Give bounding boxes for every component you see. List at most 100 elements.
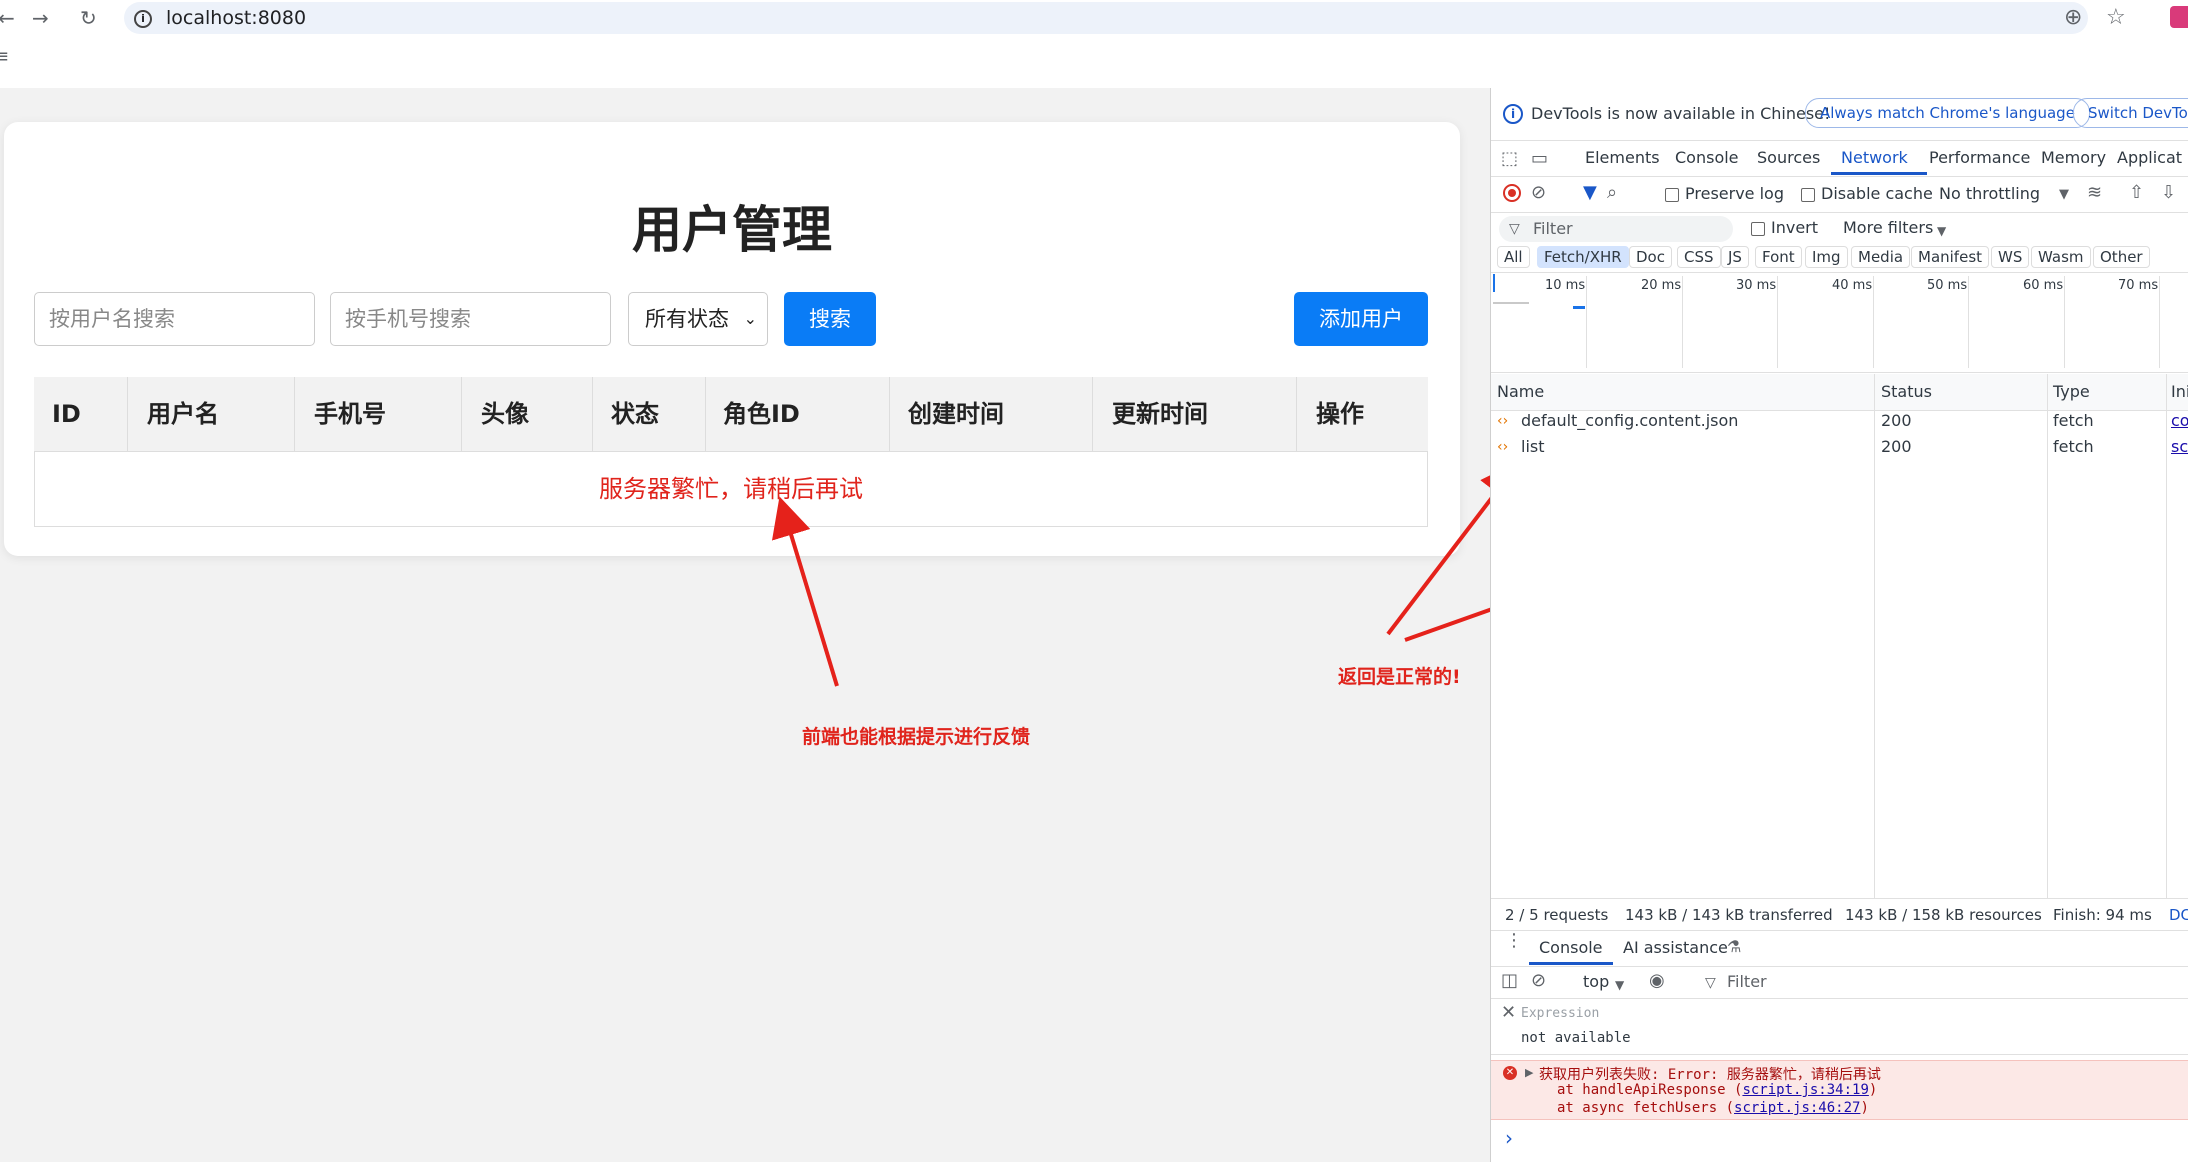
tab-performance[interactable]: Performance (1929, 148, 2030, 167)
timeline-tick: 50 ms (1927, 278, 1968, 293)
filter-icon[interactable]: ▼ (1583, 182, 1597, 204)
drawer-tab-console[interactable]: Console (1539, 938, 1603, 957)
filter-css[interactable]: CSS (1677, 246, 1721, 268)
summary-finish: Finish: 94 ms (2053, 906, 2152, 924)
network-conditions-icon[interactable]: ≋ (2087, 182, 2102, 204)
divider (1491, 898, 2188, 899)
filter-all[interactable]: All (1497, 246, 1530, 268)
stack-frame-suffix: ) (1860, 1100, 1869, 1116)
fetch-request-icon: ‹› (1497, 439, 1509, 455)
invert-label: Invert (1771, 218, 1819, 237)
filter-media[interactable]: Media (1851, 246, 1911, 268)
match-language-button[interactable]: Always match Chrome's language (1805, 98, 2090, 128)
inspect-element-icon[interactable]: ⬚ (1501, 148, 1518, 170)
filter-doc[interactable]: Doc (1629, 246, 1672, 268)
timeline-tick: 20 ms (1641, 278, 1682, 293)
chevron-down-icon[interactable]: ▼ (2059, 184, 2069, 206)
stack-frame-suffix: ) (1868, 1082, 1878, 1098)
disable-cache-label: Disable cache (1821, 184, 1933, 203)
sidebar-toggle-icon[interactable]: ◫ (1501, 970, 1518, 992)
divider (1491, 1054, 2188, 1055)
live-expression-eye-icon[interactable]: ◉ (1649, 970, 1665, 992)
tab-memory[interactable]: Memory (2041, 148, 2106, 167)
divider (1491, 998, 2188, 999)
column-status[interactable]: Status (1881, 382, 1932, 401)
drawer-menu-icon[interactable]: ⋮ (1505, 930, 1523, 952)
active-tab-indicator (1831, 172, 1927, 175)
timeline-bar (1493, 302, 1529, 304)
filter-img[interactable]: Img (1805, 246, 1848, 268)
clear-icon[interactable]: ⊘ (1531, 182, 1546, 204)
source-link[interactable]: script.js:34:19 (1742, 1082, 1868, 1098)
expand-triangle-icon[interactable]: ▶ (1525, 1066, 1533, 1079)
timeline-tick: 70 ms (2118, 278, 2159, 293)
summary-domcontentloaded: DC (2169, 906, 2188, 924)
request-status: 200 (1881, 411, 1912, 430)
funnel-icon: ▽ (1509, 221, 1520, 237)
column-initiator[interactable]: Ini (2171, 382, 2188, 401)
search-icon[interactable]: ⌕ (1607, 182, 1617, 204)
console-prompt[interactable]: › (1505, 1126, 1513, 1150)
timeline-tick: 10 ms (1545, 278, 1586, 293)
preserve-log-checkbox[interactable] (1665, 188, 1679, 202)
filter-font[interactable]: Font (1755, 246, 1802, 268)
clear-console-icon[interactable]: ⊘ (1531, 970, 1546, 992)
filter-wasm[interactable]: Wasm (2031, 246, 2091, 268)
tab-application[interactable]: Applicat (2117, 148, 2182, 167)
timeline-gridline (1777, 276, 1778, 368)
timeline-tick: 60 ms (2023, 278, 2064, 293)
info-icon: i (1503, 104, 1523, 124)
timeline-gridline (1682, 276, 1683, 368)
funnel-icon: ▽ (1705, 975, 1716, 991)
filter-fetch-xhr[interactable]: Fetch/XHR (1537, 246, 1629, 268)
request-name[interactable]: list (1521, 437, 1545, 456)
request-initiator[interactable]: sc (2171, 437, 2188, 456)
column-name[interactable]: Name (1497, 382, 1544, 401)
tab-console[interactable]: Console (1675, 148, 1739, 167)
summary-resources: 143 kB / 158 kB resources (1845, 906, 2042, 924)
preserve-log-label: Preserve log (1685, 184, 1784, 203)
column-type[interactable]: Type (2053, 382, 2090, 401)
console-filter-input[interactable]: Filter (1727, 972, 1767, 991)
context-select[interactable]: top (1583, 972, 1609, 991)
source-link[interactable]: script.js:46:27 (1734, 1100, 1860, 1116)
timeline-gridline (2159, 276, 2160, 368)
filter-other[interactable]: Other (2093, 246, 2150, 268)
stack-frame: at handleApiResponse (script.js:34:19) (1557, 1082, 1877, 1098)
timeline-gridline (2064, 276, 2065, 368)
chevron-down-icon[interactable]: ▼ (1615, 974, 1624, 996)
active-tab-indicator (1529, 962, 1613, 965)
request-type: fetch (2053, 437, 2094, 456)
invert-checkbox[interactable] (1751, 222, 1765, 236)
export-har-icon[interactable]: ⇩ (2161, 182, 2176, 204)
fetch-request-icon: ‹› (1497, 413, 1509, 429)
request-initiator[interactable]: co (2171, 411, 2188, 430)
disable-cache-checkbox[interactable] (1801, 188, 1815, 202)
tab-network[interactable]: Network (1841, 148, 1908, 167)
more-filters-button[interactable]: More filters (1843, 218, 1933, 237)
divider (1491, 372, 2188, 373)
timeline-gridline (1968, 276, 1969, 368)
chevron-down-icon[interactable]: ▼ (1937, 220, 1946, 242)
filter-js[interactable]: JS (1721, 246, 1749, 268)
expression-label: Expression (1521, 1006, 1600, 1021)
timeline-gridline (1586, 276, 1587, 368)
device-toolbar-icon[interactable]: ▭ (1531, 148, 1548, 170)
filter-input[interactable]: ▽ Filter (1499, 216, 1733, 242)
throttling-select[interactable]: No throttling (1939, 184, 2040, 203)
error-line: 获取用户列表失败: Error: 服务器繁忙，请稍后再试 (1539, 1067, 1881, 1083)
drawer-tab-ai-assistance[interactable]: AI assistance (1623, 938, 1728, 957)
switch-devtools-button[interactable]: Switch DevToo (2073, 98, 2188, 128)
filter-placeholder: Filter (1533, 219, 1573, 238)
summary-requests: 2 / 5 requests (1505, 906, 1609, 924)
import-har-icon[interactable]: ⇧ (2129, 182, 2144, 204)
close-icon[interactable]: ✕ (1501, 1002, 1516, 1024)
expression-value: not available (1521, 1030, 1631, 1046)
filter-ws[interactable]: WS (1991, 246, 2030, 268)
request-name[interactable]: default_config.content.json (1521, 411, 1738, 430)
timeline-bar (1493, 274, 1495, 292)
tab-elements[interactable]: Elements (1585, 148, 1660, 167)
filter-manifest[interactable]: Manifest (1911, 246, 1990, 268)
record-icon[interactable] (1503, 184, 1521, 202)
tab-sources[interactable]: Sources (1757, 148, 1820, 167)
